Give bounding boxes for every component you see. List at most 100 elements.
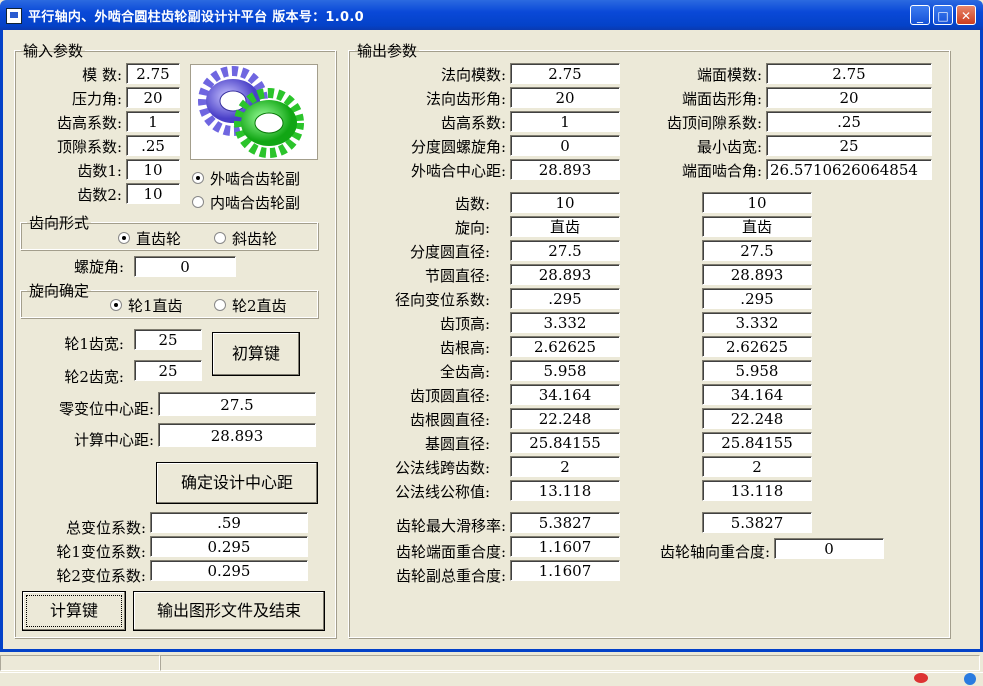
teeth1-label: 齿数1: bbox=[77, 162, 122, 180]
gear2-value: .295 bbox=[702, 288, 812, 309]
gear-row-label: 径向变位系数: bbox=[394, 291, 490, 309]
helix-angle-label: 螺旋角: bbox=[73, 258, 124, 276]
app-icon bbox=[6, 8, 22, 24]
transverse-module-value: 2.75 bbox=[766, 63, 932, 84]
gear2-value: 25.84155 bbox=[702, 432, 812, 453]
min-width-label: 最小齿宽: bbox=[696, 138, 762, 156]
status-bar bbox=[0, 652, 983, 686]
pressure-angle-label: 压力角: bbox=[71, 90, 122, 108]
ext-center-label: 外啮合中心距: bbox=[410, 162, 506, 180]
gear-row-label: 齿根高: bbox=[439, 339, 490, 357]
gear1-value: 5.958 bbox=[510, 360, 620, 381]
minimize-icon[interactable]: _ bbox=[910, 5, 930, 25]
gear2-value: 22.248 bbox=[702, 408, 812, 429]
shift1-label: 轮1变位系数: bbox=[56, 543, 146, 561]
gear-row-label: 齿根圆直径: bbox=[409, 411, 490, 429]
pressure-angle-input[interactable]: 20 bbox=[126, 87, 180, 108]
gear1-value: 27.5 bbox=[510, 240, 620, 261]
gear-row-label: 分度圆直径: bbox=[409, 243, 490, 261]
status-panel bbox=[0, 655, 160, 671]
gear1-value: .295 bbox=[510, 288, 620, 309]
export-and-exit-button[interactable]: 输出图形文件及结束 bbox=[133, 591, 325, 631]
gear2-value: 3.332 bbox=[702, 312, 812, 333]
transverse-mesh-value: 26.5710626064854 bbox=[766, 159, 932, 180]
gear2-spur-radio[interactable]: 轮2直齿 bbox=[214, 295, 287, 316]
gear2-value: 13.118 bbox=[702, 480, 812, 501]
normal-pressure-label: 法向齿形角: bbox=[425, 90, 506, 108]
zero-shift-center-input[interactable]: 27.5 bbox=[158, 392, 316, 416]
gear2-value: 34.164 bbox=[702, 384, 812, 405]
calc-center-label: 计算中心距: bbox=[73, 431, 154, 449]
spur-gear-radio[interactable]: 直齿轮 bbox=[118, 228, 181, 249]
gear-row-label: 齿顶圆直径: bbox=[409, 387, 490, 405]
gear1-value: 22.248 bbox=[510, 408, 620, 429]
gear-row-label: 节圆直径: bbox=[424, 267, 490, 285]
teeth1-input[interactable]: 10 bbox=[126, 159, 180, 180]
gear-pair-image bbox=[190, 64, 318, 160]
helix-label: 分度圆螺旋角: bbox=[410, 138, 506, 156]
gear-row-label: 基圆直径: bbox=[424, 435, 490, 453]
face-width1-input[interactable]: 25 bbox=[134, 329, 202, 350]
internal-mesh-radio[interactable]: 内啮合齿轮副 bbox=[192, 192, 300, 213]
gear1-value: 34.164 bbox=[510, 384, 620, 405]
gear-row-label: 公法线公称值: bbox=[394, 483, 490, 501]
shift2-input[interactable]: 0.295 bbox=[150, 560, 308, 581]
transverse-contact-label: 齿轮端面重合度: bbox=[395, 543, 506, 561]
helical-gear-radio[interactable]: 斜齿轮 bbox=[214, 228, 277, 249]
tip-clearance-value: .25 bbox=[766, 111, 932, 132]
window-title: 平行轴内、外啮合圆柱齿轮副设计计平台 版本号：1.0.0 bbox=[28, 10, 364, 25]
clearance-coef-input[interactable]: .25 bbox=[126, 135, 180, 156]
maximize-icon[interactable]: □ bbox=[933, 5, 953, 25]
gear1-value: 25.84155 bbox=[510, 432, 620, 453]
tooth-form-legend: 齿向形式 bbox=[29, 214, 90, 232]
total-shift-input[interactable]: .59 bbox=[150, 512, 308, 533]
shift2-label: 轮2变位系数: bbox=[56, 567, 146, 585]
status-panel bbox=[160, 655, 980, 671]
max-slip-gear2: 5.3827 bbox=[702, 512, 812, 533]
direction-legend: 旋向确定 bbox=[29, 282, 90, 300]
face-width2-label: 轮2齿宽: bbox=[64, 368, 124, 386]
normal-module-value: 2.75 bbox=[510, 63, 620, 84]
face-width2-input[interactable]: 25 bbox=[134, 360, 202, 381]
transverse-module-label: 端面模数: bbox=[696, 66, 762, 84]
gear2-value: 5.958 bbox=[702, 360, 812, 381]
gear1-value: 直齿 bbox=[510, 216, 620, 237]
teeth2-label: 齿数2: bbox=[77, 186, 122, 204]
calculate-button[interactable]: 计算键 bbox=[22, 591, 126, 631]
tip-clearance-label: 齿顶间隙系数: bbox=[666, 114, 762, 132]
gear2-value: 27.5 bbox=[702, 240, 812, 261]
confirm-center-button[interactable]: 确定设计中心距 bbox=[156, 462, 318, 504]
out-addendum-coef-value: 1 bbox=[510, 111, 620, 132]
title-bar: 平行轴内、外啮合圆柱齿轮副设计计平台 版本号：1.0.0 _ □ ✕ bbox=[0, 0, 983, 30]
calc-center-input[interactable]: 28.893 bbox=[158, 423, 316, 447]
gear1-value: 28.893 bbox=[510, 264, 620, 285]
gear2-value: 10 bbox=[702, 192, 812, 213]
max-slip-label: 齿轮最大滑移率: bbox=[395, 517, 506, 535]
gear1-value: 13.118 bbox=[510, 480, 620, 501]
initial-calc-button[interactable]: 初算键 bbox=[212, 332, 300, 376]
total-contact-label: 齿轮副总重合度: bbox=[395, 567, 506, 585]
gear2-value: 28.893 bbox=[702, 264, 812, 285]
gear2-value: 2 bbox=[702, 456, 812, 477]
addendum-coef-label: 齿高系数: bbox=[56, 114, 122, 132]
gear1-value: 2.62625 bbox=[510, 336, 620, 357]
gear-row-label: 齿数: bbox=[454, 195, 490, 213]
external-mesh-radio[interactable]: 外啮合齿轮副 bbox=[192, 168, 300, 189]
close-icon[interactable]: ✕ bbox=[956, 5, 976, 25]
teeth2-input[interactable]: 10 bbox=[126, 183, 180, 204]
shift1-input[interactable]: 0.295 bbox=[150, 536, 308, 557]
axial-contact-label: 齿轮轴向重合度: bbox=[659, 543, 770, 561]
output-group-legend: 输出参数 bbox=[357, 42, 418, 60]
normal-pressure-value: 20 bbox=[510, 87, 620, 108]
out-addendum-coef-label: 齿高系数: bbox=[440, 114, 506, 132]
helix-angle-input[interactable]: 0 bbox=[134, 256, 236, 277]
gear1-value: 3.332 bbox=[510, 312, 620, 333]
gear1-value: 10 bbox=[510, 192, 620, 213]
gear2-value: 直齿 bbox=[702, 216, 812, 237]
gear1-value: 2 bbox=[510, 456, 620, 477]
addendum-coef-input[interactable]: 1 bbox=[126, 111, 180, 132]
total-contact-value: 1.1607 bbox=[510, 560, 620, 581]
gear1-spur-radio[interactable]: 轮1直齿 bbox=[110, 295, 183, 316]
module-input[interactable]: 2.75 bbox=[126, 63, 180, 84]
transverse-pressure-label: 端面齿形角: bbox=[681, 90, 762, 108]
